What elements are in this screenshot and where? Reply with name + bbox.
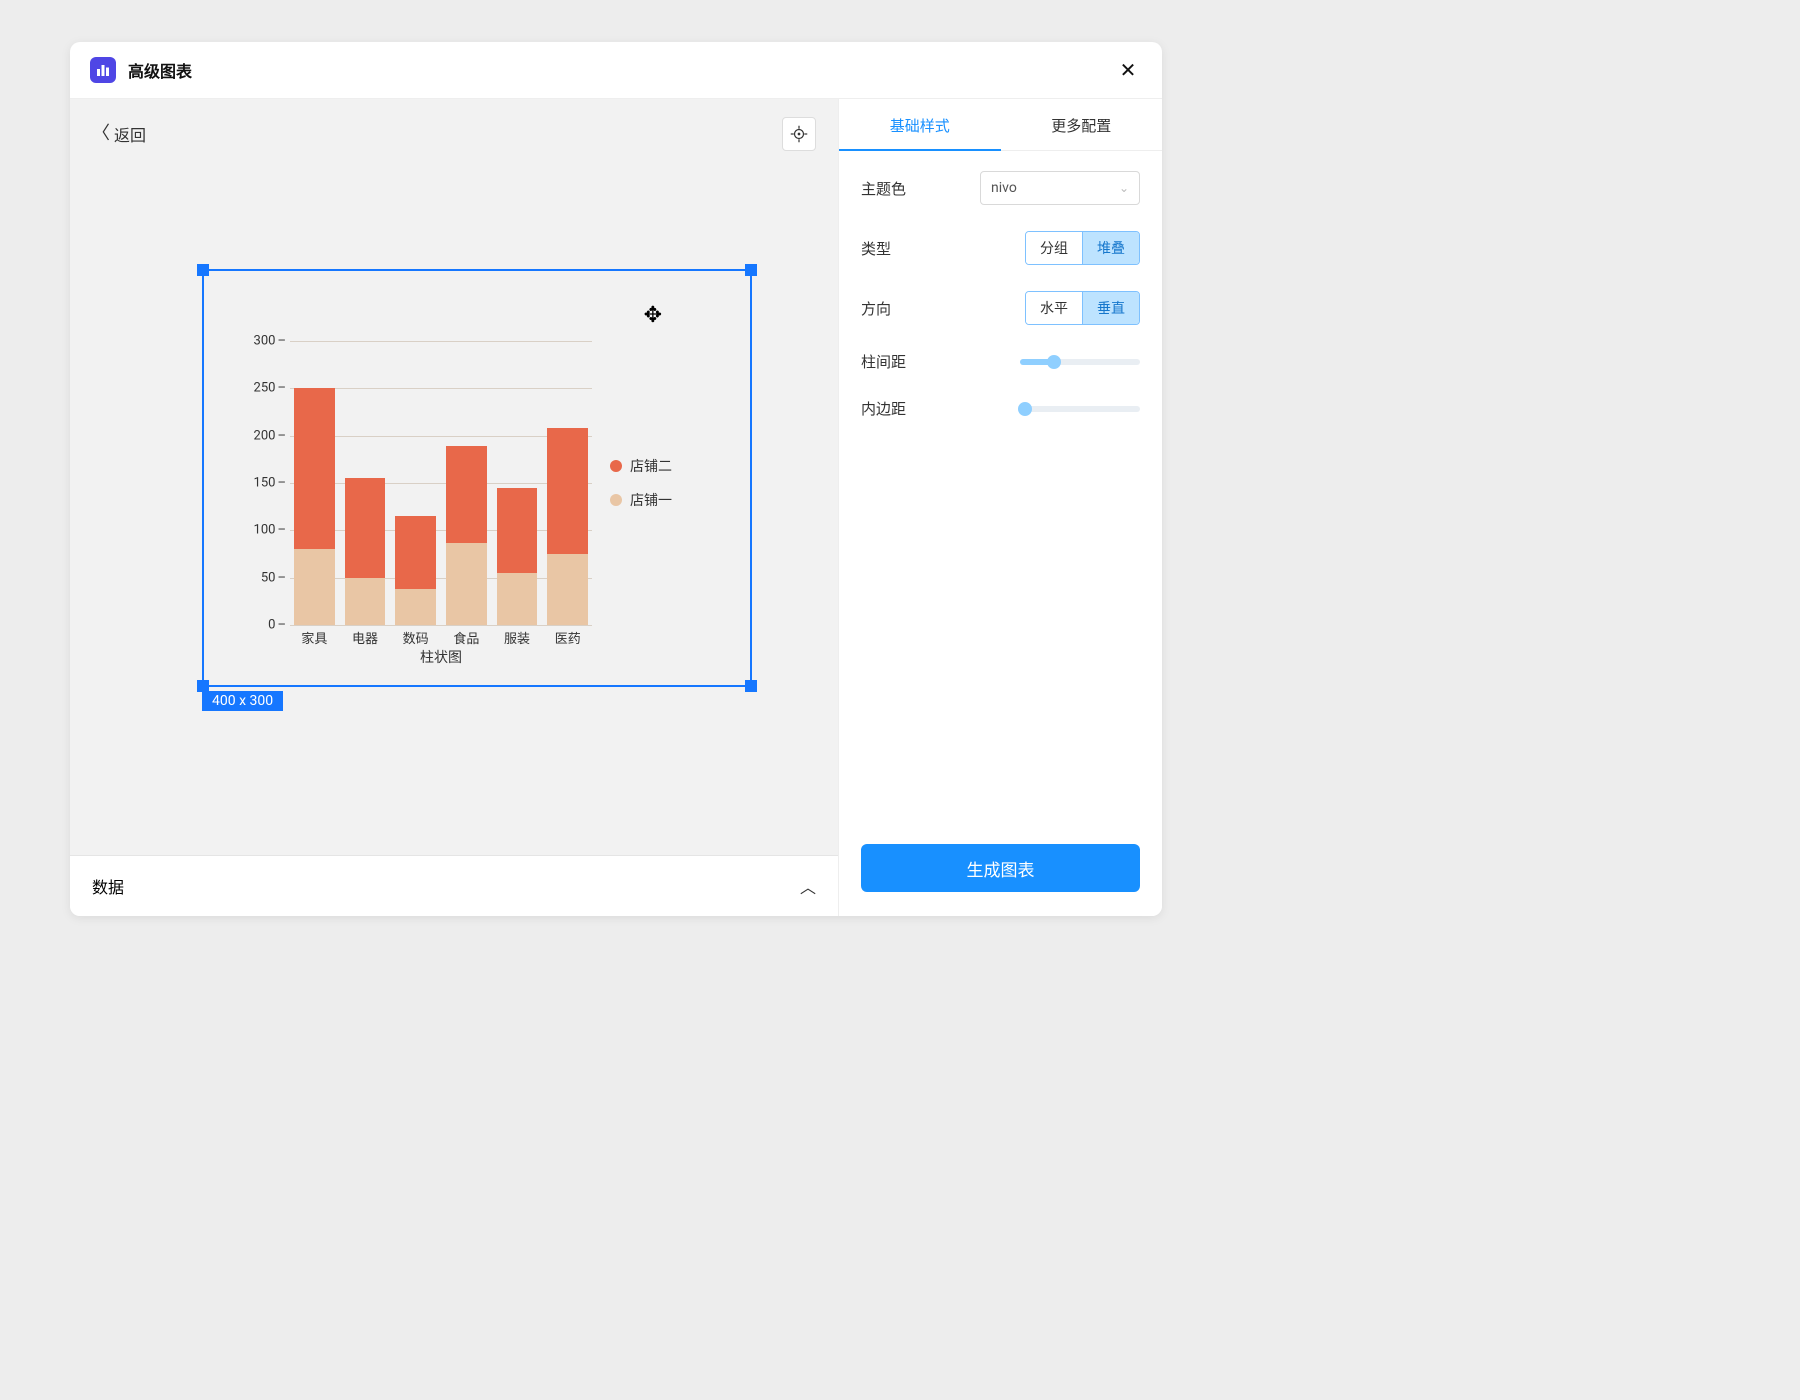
resize-handle-tl[interactable]: [197, 264, 209, 276]
x-tick: 数码: [395, 628, 436, 647]
close-button[interactable]: ✕: [1114, 56, 1142, 84]
label-inner-padding: 内边距: [861, 398, 906, 419]
bar-segment-store1: [345, 578, 386, 625]
type-option-group[interactable]: 分组: [1026, 232, 1082, 264]
back-label: 返回: [114, 122, 146, 146]
label-theme: 主题色: [861, 178, 906, 199]
x-tick: 家具: [294, 628, 335, 647]
bar-segment-store1: [446, 543, 487, 625]
legend-swatch-icon: [610, 494, 622, 506]
bar-group: 电器: [345, 341, 386, 625]
direction-option-vertical[interactable]: 垂直: [1082, 292, 1139, 324]
config-tabs: 基础样式 更多配置: [839, 99, 1162, 151]
row-bar-gap: 柱间距: [861, 351, 1140, 372]
close-icon: ✕: [1120, 58, 1137, 82]
y-tick: 0: [244, 618, 286, 633]
legend-swatch-icon: [610, 460, 622, 472]
chevron-down-icon: ⌄: [1119, 181, 1129, 195]
bar-group: 食品: [446, 341, 487, 625]
chevron-up-icon: ︿: [800, 874, 816, 898]
recenter-button[interactable]: [782, 117, 816, 151]
legend-label: 店铺一: [630, 490, 672, 510]
bar-group: 家具: [294, 341, 335, 625]
bar-group: 服装: [497, 341, 538, 625]
data-drawer-toggle[interactable]: 数据 ︿: [70, 855, 838, 916]
direction-segmented: 水平 垂直: [1025, 291, 1140, 325]
config-form: 主题色 nivo ⌄ 类型 分组 堆叠 方向 水平: [839, 151, 1162, 826]
bar-group: 医药: [547, 341, 588, 625]
generate-chart-button[interactable]: 生成图表: [861, 844, 1140, 892]
legend-label: 店铺二: [630, 456, 672, 476]
config-panel: 基础样式 更多配置 主题色 nivo ⌄ 类型 分组 堆叠: [838, 99, 1162, 916]
label-type: 类型: [861, 238, 891, 259]
data-drawer-label: 数据: [92, 874, 124, 898]
tab-more-config[interactable]: 更多配置: [1001, 99, 1163, 150]
theme-select-value: nivo: [991, 180, 1017, 196]
slider-thumb[interactable]: [1018, 402, 1032, 416]
modal-title: 高级图表: [128, 58, 192, 82]
y-tick: 100: [244, 523, 286, 538]
resize-handle-br[interactable]: [745, 680, 757, 692]
bar-chart-icon: [90, 57, 116, 83]
crosshair-icon: [790, 125, 808, 143]
row-theme: 主题色 nivo ⌄: [861, 171, 1140, 205]
plot-area: 050100150200250300 家具电器数码食品服装医药 柱状图: [244, 341, 592, 665]
chevron-left-icon: 〈: [92, 125, 110, 143]
canvas-stage[interactable]: 400 x 300 ✥ 0 50 100 150 200 250 300 家具电器数码食品服…: [70, 161, 838, 855]
bar-segment-store2: [294, 388, 335, 549]
x-tick: 医药: [547, 628, 588, 647]
y-tick: 150: [244, 476, 286, 491]
modal-body: 〈 返回: [70, 99, 1162, 916]
bar-segment-store1: [294, 549, 335, 625]
canvas-area: 〈 返回: [70, 99, 838, 916]
bar-chart: 050100150200250300 家具电器数码食品服装医药 柱状图 店铺二店…: [244, 341, 710, 665]
y-tick: 300: [244, 334, 286, 349]
bar-segment-store2: [345, 478, 386, 577]
x-tick: 食品: [446, 628, 487, 647]
row-direction: 方向 水平 垂直: [861, 291, 1140, 325]
direction-option-horizontal[interactable]: 水平: [1026, 292, 1082, 324]
bar-segment-store1: [497, 573, 538, 625]
modal-header: 高级图表 ✕: [70, 42, 1162, 99]
bar-segment-store1: [395, 589, 436, 625]
bar-segment-store2: [446, 446, 487, 543]
tab-basic-style[interactable]: 基础样式: [839, 99, 1001, 150]
y-tick: 200: [244, 428, 286, 443]
bar-segment-store2: [497, 488, 538, 573]
chart-selection-frame[interactable]: 400 x 300 ✥ 050100150200250300 家具电器数码食品服…: [202, 269, 752, 687]
bar-group: 数码: [395, 341, 436, 625]
legend-item: 店铺二: [610, 456, 710, 476]
legend-item: 店铺一: [610, 490, 710, 510]
bar-segment-store2: [395, 516, 436, 589]
bar-segment-store1: [547, 554, 588, 625]
size-tag: 400 x 300: [202, 691, 283, 711]
x-tick: 电器: [345, 628, 386, 647]
y-tick: 250: [244, 381, 286, 396]
theme-select[interactable]: nivo ⌄: [980, 171, 1140, 205]
chart-legend: 店铺二店铺一: [610, 341, 710, 665]
label-bar-gap: 柱间距: [861, 351, 906, 372]
bar-gap-slider[interactable]: [1020, 359, 1140, 365]
config-footer: 生成图表: [839, 826, 1162, 916]
title-group: 高级图表: [90, 57, 192, 83]
type-segmented: 分组 堆叠: [1025, 231, 1140, 265]
x-tick: 服装: [497, 628, 538, 647]
chart-editor-modal: 高级图表 ✕ 〈 返回: [70, 42, 1162, 916]
inner-padding-slider[interactable]: [1020, 406, 1140, 412]
resize-handle-tr[interactable]: [745, 264, 757, 276]
row-inner-padding: 内边距: [861, 398, 1140, 419]
back-button[interactable]: 〈 返回: [92, 122, 146, 146]
slider-thumb[interactable]: [1047, 355, 1061, 369]
y-tick: 50: [244, 570, 286, 585]
row-type: 类型 分组 堆叠: [861, 231, 1140, 265]
canvas-toolbar: 〈 返回: [70, 99, 838, 161]
x-axis-title: 柱状图: [290, 647, 592, 667]
type-option-stack[interactable]: 堆叠: [1082, 232, 1139, 264]
label-direction: 方向: [861, 298, 891, 319]
bar-segment-store2: [547, 428, 588, 554]
move-cursor-icon: ✥: [644, 303, 662, 328]
